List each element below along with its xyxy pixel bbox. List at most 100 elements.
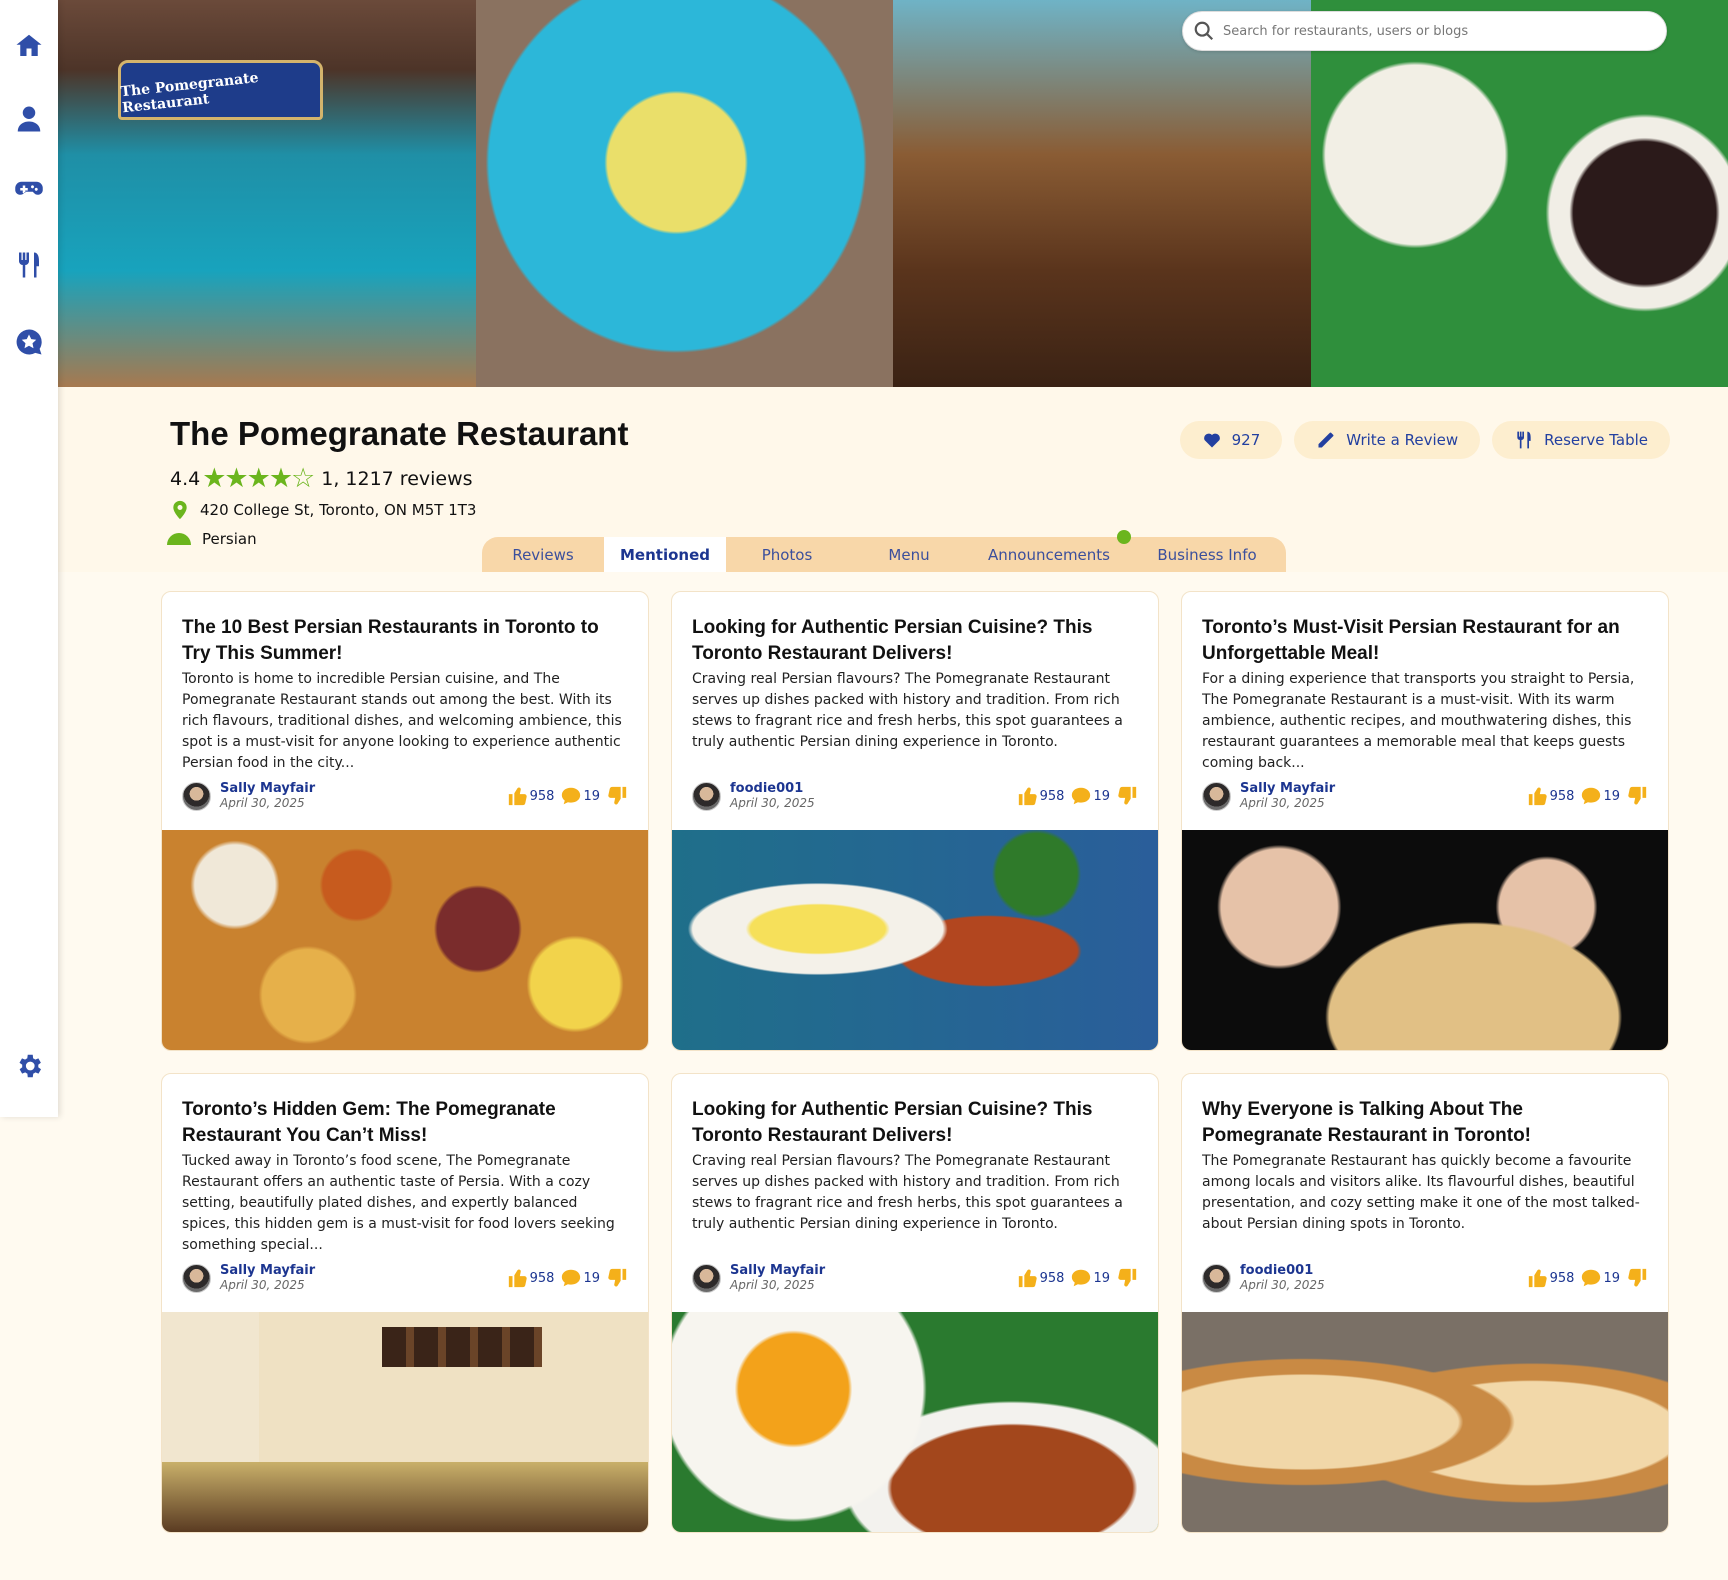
blog-card[interactable]: Why Everyone is Talking About The Pomegr… <box>1181 1073 1669 1533</box>
blog-card[interactable]: The 10 Best Persian Restaurants in Toron… <box>161 591 649 1051</box>
dislike-button[interactable] <box>1626 785 1648 807</box>
like-stat[interactable]: 958 <box>507 1267 554 1289</box>
storefront-photo[interactable]: The Pomegranate Restaurant <box>58 0 476 387</box>
author-name[interactable]: Sally Mayfair <box>1240 781 1335 796</box>
like-stat[interactable]: 958 <box>1017 785 1064 807</box>
card-title[interactable]: Looking for Authentic Persian Cuisine? T… <box>692 615 1138 667</box>
post-date: April 30, 2025 <box>220 796 305 810</box>
dislike-button[interactable] <box>1116 1267 1138 1289</box>
post-date: April 30, 2025 <box>730 796 815 810</box>
blog-card[interactable]: Looking for Authentic Persian Cuisine? T… <box>671 1073 1159 1533</box>
author-name[interactable]: Sally Mayfair <box>220 1263 315 1278</box>
comment-icon <box>1072 1269 1091 1287</box>
card-title[interactable]: Looking for Authentic Persian Cuisine? T… <box>692 1097 1138 1149</box>
comment-stat[interactable]: 19 <box>1070 1267 1110 1289</box>
author-name[interactable]: Sally Mayfair <box>730 1263 825 1278</box>
card-title[interactable]: Why Everyone is Talking About The Pomegr… <box>1202 1097 1648 1149</box>
utensils-icon <box>1517 431 1531 449</box>
card-image[interactable] <box>672 1312 1158 1532</box>
card-excerpt: Craving real Persian flavours? The Pomeg… <box>692 671 1123 750</box>
author-name[interactable]: foodie001 <box>730 781 815 796</box>
blog-card[interactable]: Toronto’s Must-Visit Persian Restaurant … <box>1181 591 1669 1051</box>
address-row: 420 College St, Toronto, ON M5T 1T3 <box>170 499 476 521</box>
thumbs-down-icon <box>1628 786 1647 805</box>
card-title[interactable]: The 10 Best Persian Restaurants in Toron… <box>182 615 628 667</box>
card-stats: 958 19 <box>1017 1267 1138 1289</box>
interior-photo[interactable] <box>893 0 1311 387</box>
thumbs-up-icon <box>508 1269 527 1288</box>
thumbs-down-icon <box>608 1268 627 1287</box>
card-meta: foodie001 April 30, 2025 958 19 <box>692 779 1138 813</box>
card-image[interactable] <box>1182 1312 1668 1532</box>
blog-card[interactable]: Looking for Authentic Persian Cuisine? T… <box>671 591 1159 1051</box>
dislike-button[interactable] <box>1116 785 1138 807</box>
card-image[interactable] <box>672 830 1158 1050</box>
card-meta: Sally Mayfair April 30, 2025 958 19 <box>692 1261 1138 1295</box>
like-stat[interactable]: 958 <box>1527 785 1574 807</box>
reserve-table-button[interactable]: Reserve Table <box>1492 421 1670 459</box>
avatar[interactable] <box>182 781 211 811</box>
avatar[interactable] <box>692 781 721 811</box>
home-icon[interactable] <box>13 30 45 62</box>
comment-stat[interactable]: 19 <box>560 785 600 807</box>
tab-mentioned[interactable]: Mentioned <box>604 537 726 572</box>
gear-icon[interactable] <box>13 1050 45 1082</box>
author-name[interactable]: Sally Mayfair <box>220 781 315 796</box>
comment-stat[interactable]: 19 <box>560 1267 600 1289</box>
dislike-button[interactable] <box>606 1267 628 1289</box>
like-stat[interactable]: 958 <box>1017 1267 1064 1289</box>
comment-icon <box>1582 1269 1601 1287</box>
card-image[interactable] <box>1182 830 1668 1050</box>
like-stat[interactable]: 958 <box>507 785 554 807</box>
author-name[interactable]: foodie001 <box>1240 1263 1325 1278</box>
comment-icon <box>562 787 581 805</box>
blog-card[interactable]: Toronto’s Hidden Gem: The Pomegranate Re… <box>161 1073 649 1533</box>
dislike-button[interactable] <box>1626 1267 1648 1289</box>
dessert-photo[interactable] <box>475 0 893 387</box>
cuisine-label: Persian <box>202 530 257 548</box>
star-chat-icon[interactable] <box>13 326 45 358</box>
write-review-button[interactable]: Write a Review <box>1294 421 1481 459</box>
tab-photos[interactable]: Photos <box>726 537 848 572</box>
card-stats: 958 19 <box>1527 785 1648 807</box>
comment-stat[interactable]: 19 <box>1070 785 1110 807</box>
post-date: April 30, 2025 <box>1240 796 1325 810</box>
avatar[interactable] <box>1202 1263 1231 1293</box>
tab-menu[interactable]: Menu <box>848 537 970 572</box>
card-excerpt: Toronto is home to incredible Persian cu… <box>182 671 622 771</box>
search-input[interactable] <box>1223 23 1666 39</box>
card-meta: Sally Mayfair April 30, 2025 958 19 <box>182 779 628 813</box>
utensils-icon[interactable] <box>13 249 45 281</box>
card-stats: 958 19 <box>507 1267 628 1289</box>
comment-stat[interactable]: 19 <box>1580 785 1620 807</box>
review-count[interactable]: 1, 1217 reviews <box>321 468 472 490</box>
search-bar[interactable] <box>1182 11 1667 51</box>
notification-dot <box>1117 530 1131 544</box>
dislike-button[interactable] <box>606 785 628 807</box>
gamepad-icon[interactable] <box>13 172 45 204</box>
card-stats: 958 19 <box>1527 1267 1648 1289</box>
card-image[interactable] <box>162 1312 648 1532</box>
card-meta: foodie001 April 30, 2025 958 19 <box>1202 1261 1648 1295</box>
card-title[interactable]: Toronto’s Must-Visit Persian Restaurant … <box>1202 615 1648 667</box>
cuisine-row: Persian <box>166 530 257 548</box>
thumbs-up-icon <box>1528 787 1547 806</box>
card-image[interactable] <box>162 830 648 1050</box>
avatar[interactable] <box>1202 781 1231 811</box>
tab-business-info[interactable]: Business Info <box>1128 537 1286 572</box>
tab-reviews[interactable]: Reviews <box>482 537 604 572</box>
user-icon[interactable] <box>13 103 45 135</box>
card-title[interactable]: Toronto’s Hidden Gem: The Pomegranate Re… <box>182 1097 628 1149</box>
comment-stat[interactable]: 19 <box>1580 1267 1620 1289</box>
tab-announcements[interactable]: Announcements <box>970 537 1128 572</box>
like-stat[interactable]: 958 <box>1527 1267 1574 1289</box>
card-stats: 958 19 <box>1017 785 1138 807</box>
thumbs-down-icon <box>608 786 627 805</box>
comment-icon <box>1582 787 1601 805</box>
page-title: The Pomegranate Restaurant <box>170 415 629 452</box>
avatar[interactable] <box>692 1263 721 1293</box>
rice-stew-photo[interactable] <box>1310 0 1728 387</box>
like-button[interactable]: 927 <box>1179 421 1283 459</box>
avatar[interactable] <box>182 1263 211 1293</box>
thumbs-down-icon <box>1628 1268 1647 1287</box>
